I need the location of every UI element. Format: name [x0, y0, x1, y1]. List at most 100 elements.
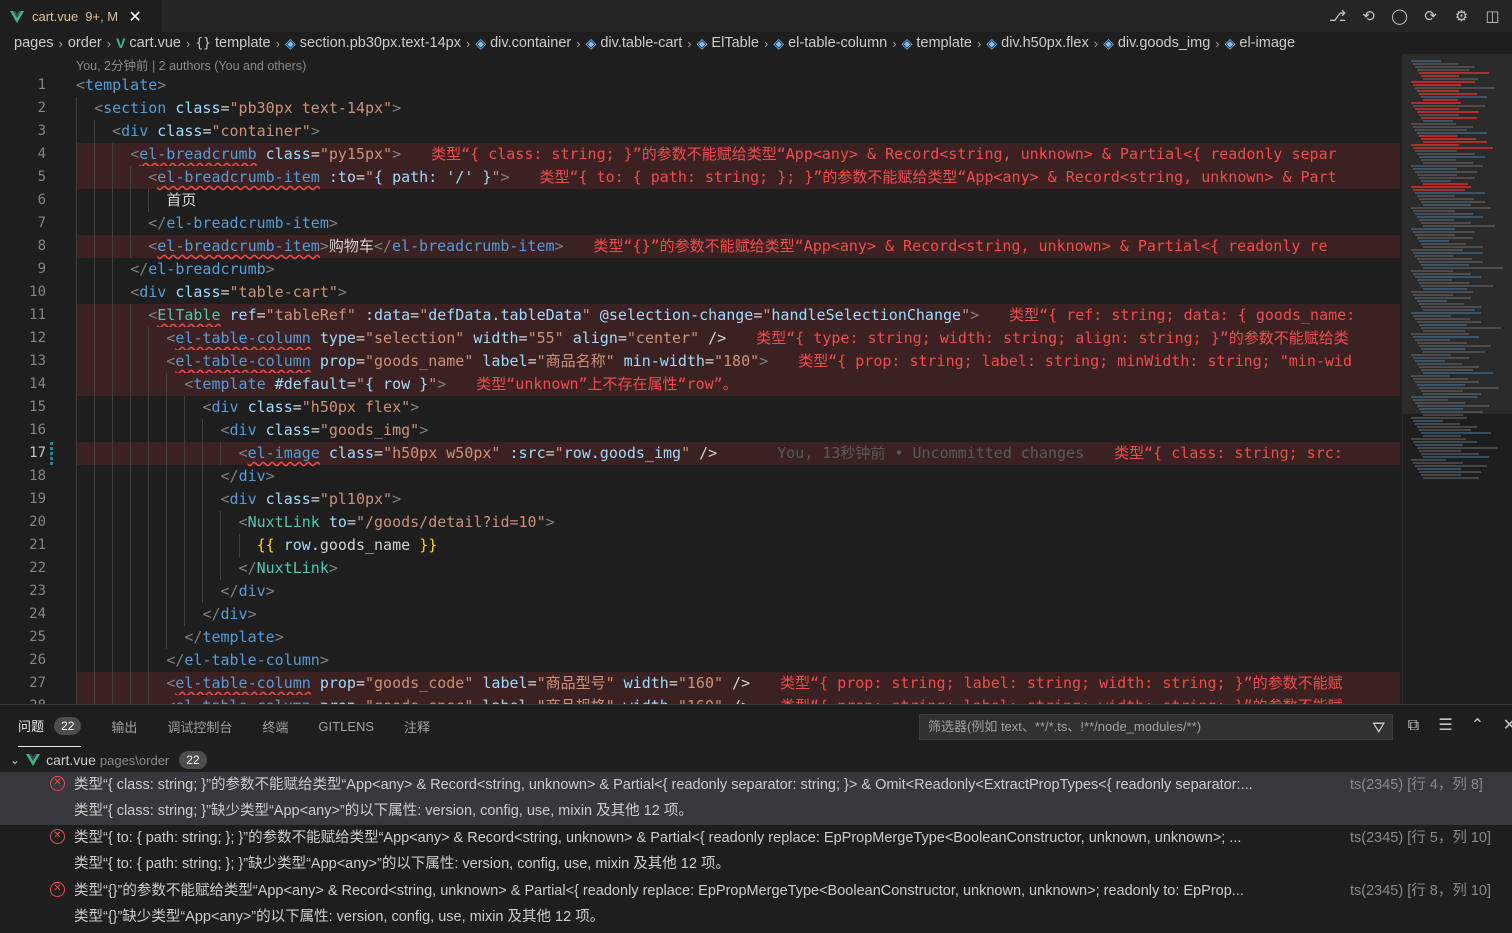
code-line[interactable]: 7 </el-breadcrumb-item>	[0, 212, 1400, 235]
panel-tab[interactable]: 问题 22	[18, 705, 82, 747]
code-line[interactable]: 6 首页	[0, 189, 1400, 212]
tab-cart-vue[interactable]: cart.vue 9+, M ✕	[0, 0, 162, 32]
line-number[interactable]: 2	[0, 97, 46, 120]
circle-icon[interactable]: ◯	[1390, 7, 1409, 25]
line-number[interactable]: 4	[0, 143, 46, 166]
panel-tab[interactable]: 终端	[262, 705, 288, 747]
line-number[interactable]: 7	[0, 212, 46, 235]
view-as-list-icon[interactable]: ☰	[1437, 715, 1454, 735]
line-number[interactable]: 3	[0, 120, 46, 143]
line-number[interactable]: 15	[0, 396, 46, 419]
problem-file-group[interactable]: ⌄ cart.vue pages\order 22	[0, 748, 1512, 772]
collapse-all-icon[interactable]: ⧉	[1405, 715, 1422, 735]
code-line[interactable]: 19 <div class="pl10px">	[0, 488, 1400, 511]
code-line[interactable]: 26 </el-table-column>	[0, 649, 1400, 672]
close-panel-icon[interactable]: ✕	[1501, 715, 1512, 735]
code-line[interactable]: 21 {{ row.goods_name }}	[0, 534, 1400, 557]
line-number[interactable]: 8	[0, 235, 46, 258]
line-number[interactable]: 21	[0, 534, 46, 557]
panel-tab[interactable]: 调试控制台	[167, 705, 232, 747]
breadcrumb-item[interactable]: Vcart.vue	[116, 35, 181, 51]
revert-icon[interactable]: ⟲	[1359, 7, 1378, 25]
modified-line-marker[interactable]	[50, 442, 53, 465]
code-line[interactable]: 4 <el-breadcrumb class="py15px"> 类型“{ cla…	[0, 143, 1400, 166]
code-line[interactable]: 14 <template #default="{ row }"> 类型“unkno…	[0, 373, 1400, 396]
code-line[interactable]: 3 <div class="container">	[0, 120, 1400, 143]
gitlens-icon[interactable]: ⚙	[1452, 7, 1471, 25]
filter-icon[interactable]: ⛛	[1372, 718, 1385, 738]
code-line[interactable]: 17 <el-image class="h50px w50px" :src="r…	[0, 442, 1400, 465]
line-number[interactable]: 16	[0, 419, 46, 442]
panel-tab[interactable]: 输出	[111, 705, 137, 747]
code-line[interactable]: 1 <template>	[0, 74, 1400, 97]
line-number[interactable]: 22	[0, 557, 46, 580]
problems-filter-input[interactable]: 筛选器(例如 text、**/*.ts、!**/node_modules/**)	[919, 714, 1393, 740]
code-line[interactable]: 28 <el-table-column prop="goods_spec" la…	[0, 695, 1400, 704]
line-number[interactable]: 18	[0, 465, 46, 488]
problem-item[interactable]: ✕ 类型“{ to: { path: string; }; }”的参数不能赋给类型…	[0, 825, 1512, 878]
code-line[interactable]: 8 <el-breadcrumb-item>购物车</el-breadcrumb…	[0, 235, 1400, 258]
line-number[interactable]: 9	[0, 258, 46, 281]
line-number[interactable]: 20	[0, 511, 46, 534]
code-line[interactable]: 15 <div class="h50px flex">	[0, 396, 1400, 419]
split-editor-icon[interactable]: ◫	[1483, 7, 1502, 25]
breadcrumb-item[interactable]: ◈ section.pb30px.text-14px	[285, 35, 461, 52]
line-number[interactable]: 5	[0, 166, 46, 189]
code-line[interactable]: 27 <el-table-column prop="goods_code" la…	[0, 672, 1400, 695]
breadcrumb-item[interactable]: ◈ div.goods_img	[1103, 35, 1210, 52]
line-number[interactable]: 13	[0, 350, 46, 373]
indent-guide	[148, 534, 150, 557]
line-number[interactable]: 24	[0, 603, 46, 626]
problem-item[interactable]: ✕ 类型“{}”的参数不能赋给类型“App<any> & Record<strin…	[0, 878, 1512, 931]
code-line[interactable]: 9 </el-breadcrumb>	[0, 258, 1400, 281]
breadcrumb-item[interactable]: ◈ div.container	[475, 35, 571, 52]
breadcrumb-item[interactable]: {} template	[195, 35, 270, 51]
line-number[interactable]: 28	[0, 695, 46, 704]
code-line[interactable]: 16 <div class="goods_img">	[0, 419, 1400, 442]
breadcrumb-item[interactable]: pages	[14, 35, 54, 51]
breadcrumb-item[interactable]: ◈ el-table-column	[773, 35, 887, 52]
close-icon[interactable]: ✕	[128, 7, 142, 26]
breadcrumb-item[interactable]: ◈ template	[902, 35, 972, 52]
code-line[interactable]: 25 </template>	[0, 626, 1400, 649]
line-number[interactable]: 23	[0, 580, 46, 603]
line-number[interactable]: 10	[0, 281, 46, 304]
line-number[interactable]: 6	[0, 189, 46, 212]
line-number[interactable]: 27	[0, 672, 46, 695]
code-editor[interactable]: 1 <template> 2 <section class="pb30px text…	[0, 74, 1400, 704]
line-number[interactable]: 12	[0, 327, 46, 350]
line-number[interactable]: 26	[0, 649, 46, 672]
open-changes-icon[interactable]: ⎇	[1328, 7, 1347, 25]
code-line[interactable]: 24 </div>	[0, 603, 1400, 626]
line-number[interactable]: 11	[0, 304, 46, 327]
code-line[interactable]: 13 <el-table-column prop="goods_name" la…	[0, 350, 1400, 373]
panel-tab[interactable]: 注释	[404, 705, 430, 747]
code-line[interactable]: 11 <ElTable ref="tableRef" :data="defDat…	[0, 304, 1400, 327]
blame-annotation[interactable]: You, 2分钟前 | 2 authors (You and others)	[76, 56, 306, 76]
code-line[interactable]: 12 <el-table-column type="selection" wid…	[0, 327, 1400, 350]
code-text: <el-table-column prop="goods_code" label…	[166, 674, 751, 692]
code-line[interactable]: 20 <NuxtLink to="/goods/detail?id=10">	[0, 511, 1400, 534]
code-line[interactable]: 10 <div class="table-cart">	[0, 281, 1400, 304]
line-number[interactable]: 17	[0, 442, 46, 465]
code-line[interactable]: 23 </div>	[0, 580, 1400, 603]
maximize-panel-icon[interactable]: ⌃	[1469, 715, 1486, 735]
line-number[interactable]: 25	[0, 626, 46, 649]
line-number[interactable]: 19	[0, 488, 46, 511]
problem-item[interactable]: ✕ 类型“{ class: string; }”的参数不能赋给类型“App<any…	[0, 772, 1512, 825]
minimap[interactable]	[1402, 54, 1512, 704]
code-line[interactable]: 22 </NuxtLink>	[0, 557, 1400, 580]
breadcrumb-item[interactable]: ◈ div.h50px.flex	[986, 35, 1088, 52]
code-line[interactable]: 5 <el-breadcrumb-item :to="{ path: '/' }…	[0, 166, 1400, 189]
breadcrumb-item[interactable]: ◈ div.table-cart	[586, 35, 683, 52]
code-line[interactable]: 18 </div>	[0, 465, 1400, 488]
panel-tab[interactable]: GITLENS	[318, 705, 374, 747]
code-line[interactable]: 2 <section class="pb30px text-14px">	[0, 97, 1400, 120]
breadcrumb-item[interactable]: ◈ ElTable	[697, 35, 759, 52]
breadcrumb-item[interactable]: ◈ el-image	[1225, 35, 1295, 52]
line-number[interactable]: 1	[0, 74, 46, 97]
forward-icon[interactable]: ⟳	[1421, 7, 1440, 25]
chevron-down-icon[interactable]: ⌄	[10, 753, 20, 767]
breadcrumb-item[interactable]: order	[68, 35, 102, 51]
line-number[interactable]: 14	[0, 373, 46, 396]
